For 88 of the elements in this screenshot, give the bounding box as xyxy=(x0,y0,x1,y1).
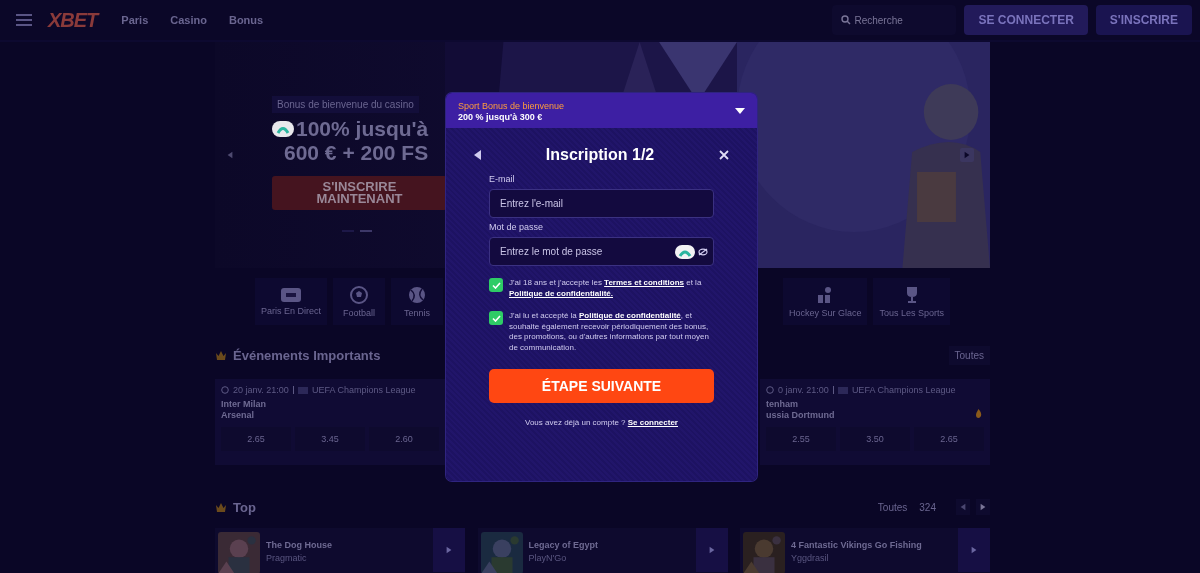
login-link[interactable]: Se connecter xyxy=(627,418,678,427)
login-prompt: Vous avez déjà un compte ? Se connecter xyxy=(524,418,679,427)
team-name: Inter Milan xyxy=(221,399,266,410)
football-icon xyxy=(350,285,369,304)
ball-icon xyxy=(221,386,229,394)
hidden-eye-icon[interactable] xyxy=(698,248,708,256)
flag-icon xyxy=(297,386,308,394)
sport-tile[interactable]: Tous Les Sports xyxy=(873,278,950,325)
play-icon xyxy=(707,546,716,554)
game-card[interactable]: The Dog House Pragmatic xyxy=(215,528,465,573)
see-all-link[interactable]: Toutes xyxy=(948,345,990,365)
odds-button[interactable]: 3.50 xyxy=(840,427,910,451)
odds-button[interactable]: 2.65 xyxy=(914,427,984,451)
prev-button[interactable] xyxy=(956,499,970,515)
fire-icon xyxy=(975,409,982,418)
odds-button[interactable]: 2.55 xyxy=(766,427,836,451)
event-card[interactable]: 20 janv. 21:00 UEFA Champions League Inter Milan Arsenal 2.65 3.45 2.60 xyxy=(215,379,445,465)
search-icon xyxy=(841,15,852,25)
section-title: Top xyxy=(233,499,256,515)
checkbox[interactable] xyxy=(489,278,503,292)
search-field[interactable]: Recherche xyxy=(832,5,957,35)
live-icon xyxy=(281,287,301,302)
sport-tile[interactable]: Paris En Direct xyxy=(255,278,328,325)
play-icon xyxy=(970,546,978,554)
team-name: ussia Dortmund xyxy=(766,410,835,421)
crown-icon xyxy=(215,349,227,361)
modal-title: Inscription 1/2 xyxy=(545,146,655,164)
crown-icon xyxy=(215,501,227,513)
nav-link[interactable]: Casino xyxy=(170,14,207,26)
event-card[interactable]: 0 janv. 21:00 UEFA Champions League tenham ussia Dortmund 2.55 3.50 2.65 xyxy=(760,379,990,465)
game-title: The Dog House xyxy=(266,540,332,550)
policy-link[interactable]: Politique de confidentialité xyxy=(579,311,681,320)
back-icon[interactable] xyxy=(474,150,481,160)
team-name: Arsenal xyxy=(221,410,255,421)
game-title: Legacy of Egypt xyxy=(528,540,598,550)
section-title: Événements Importants xyxy=(233,347,381,363)
checkbox[interactable] xyxy=(489,311,503,325)
game-provider: PlayN'Go xyxy=(528,553,567,564)
game-card[interactable]: Legacy of Egypt PlayN'Go xyxy=(477,528,728,573)
bonus-tag: Bonus de bienvenue du casino xyxy=(272,96,419,113)
odds-button[interactable]: 2.65 xyxy=(221,427,291,451)
ball-icon xyxy=(766,386,774,394)
email-field[interactable]: Entrez l'e-mail xyxy=(489,189,714,218)
field-label: E-mail xyxy=(489,174,516,184)
play-icon xyxy=(979,503,987,511)
next-button[interactable] xyxy=(976,499,990,515)
play-icon xyxy=(963,151,971,159)
policy-link[interactable]: Politique de confidentialité. xyxy=(509,288,613,298)
signup-button[interactable]: S'INSCRIRE xyxy=(1095,5,1192,35)
odds-button[interactable]: 2.60 xyxy=(369,427,439,451)
hero-headline: 100% jusqu'à xyxy=(296,117,429,141)
policy-link[interactable]: Termes et conditions xyxy=(604,278,684,287)
close-icon[interactable] xyxy=(719,150,729,160)
consent-text: J'ai 18 ans et j'accepte les Termes et conditions et la Politique de confidentialité. xyxy=(509,278,703,299)
nav-link[interactable]: Bonus xyxy=(228,14,264,26)
play-icon xyxy=(226,151,234,159)
bonus-selector[interactable]: Sport Bonus de bienvenue 200 % jusqu'à 300 € xyxy=(446,93,757,128)
logo: XBET xyxy=(48,8,98,32)
game-title: 4 Fantastic Vikings Go Fishing xyxy=(791,540,922,550)
tennis-ball-icon xyxy=(408,285,427,304)
flag-icon xyxy=(837,386,848,394)
sport-tile[interactable]: Football xyxy=(333,278,386,325)
play-icon xyxy=(445,546,453,554)
league-name: UEFA Champions League xyxy=(851,385,956,395)
hero-headline: 600 € + 200 FS xyxy=(283,141,430,165)
game-count: 324 xyxy=(919,501,936,513)
nav-link[interactable]: Paris xyxy=(121,14,149,26)
password-field[interactable]: Entrez le mot de passe xyxy=(489,237,714,266)
menu-icon[interactable] xyxy=(16,14,32,26)
game-card[interactable]: 4 Fantastic Vikings Go Fishing Yggdrasil xyxy=(740,528,990,573)
signup-now-button[interactable]: S'INSCRIRE MAINTENANT xyxy=(272,176,447,210)
team-name: tenham xyxy=(766,399,798,410)
event-time: 20 janv. 21:00 xyxy=(233,385,289,395)
event-time: 0 janv. 21:00 xyxy=(778,385,829,395)
sport-tile[interactable]: Tennis xyxy=(391,278,444,325)
next-step-button[interactable]: ÉTAPE SUIVANTE xyxy=(489,369,714,403)
see-all-link[interactable]: Toutes xyxy=(877,501,908,513)
game-provider: Pragmatic xyxy=(266,553,307,564)
login-button[interactable]: SE CONNECTER xyxy=(964,5,1088,35)
league-name: UEFA Champions League xyxy=(311,385,416,395)
extension-icon[interactable] xyxy=(675,245,695,259)
odds-button[interactable]: 3.45 xyxy=(295,427,365,451)
extension-icon[interactable] xyxy=(272,121,294,137)
sport-tile[interactable]: Hockey Sur Glace xyxy=(782,278,868,325)
field-label: Mot de passe xyxy=(489,222,545,232)
consent-text: J'ai lu et accepté la Politique de confidentialité, et souhaite également recevoir périodiquement des bonus, des promotions, ou d'autres informations par tout moyen de communication. xyxy=(509,311,710,353)
play-icon xyxy=(959,503,967,511)
game-provider: Yggdrasil xyxy=(791,553,829,564)
